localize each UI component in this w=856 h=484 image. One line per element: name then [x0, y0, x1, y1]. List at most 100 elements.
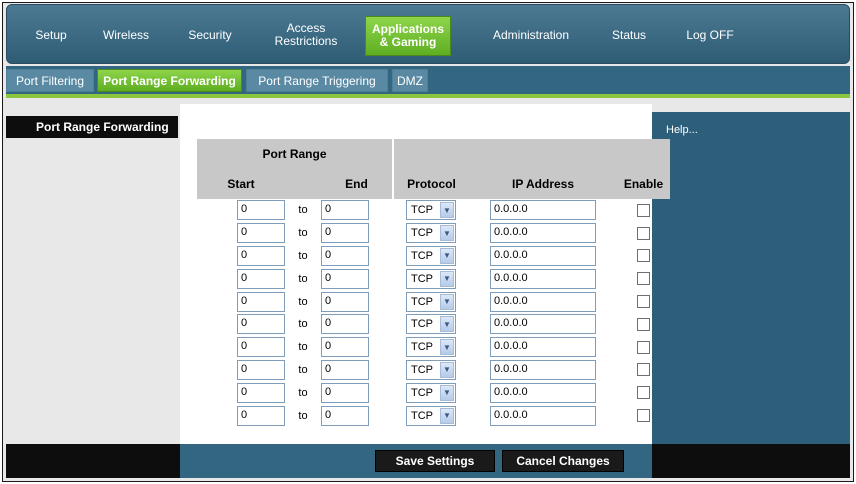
nav-security[interactable]: Security [179, 5, 241, 65]
nav-log-off[interactable]: Log OFF [677, 5, 743, 65]
port-range-forwarding-table: Port Range Start End Protocol IP Address… [197, 139, 670, 427]
port-range-header: Port Range [197, 139, 394, 169]
protocol-select[interactable]: TCP ▼ [406, 291, 456, 312]
protocol-select[interactable]: TCP ▼ [406, 200, 456, 221]
protocol-select[interactable]: TCP ▼ [406, 223, 456, 244]
ip-address-input[interactable]: 0.0.0.0 [490, 314, 596, 335]
chevron-down-icon[interactable]: ▼ [440, 339, 454, 356]
nav-access-restrictions[interactable]: Access Restrictions [261, 5, 351, 65]
ip-address-input[interactable]: 0.0.0.0 [490, 359, 596, 380]
nav-log-off-label: Log OFF [686, 27, 734, 42]
nav-status[interactable]: Status [601, 5, 657, 65]
enable-checkbox[interactable] [637, 203, 650, 217]
tab-port-range-triggering-label: Port Range Triggering [258, 73, 376, 88]
ip-address-header: IP Address [469, 169, 617, 199]
nav-wireless[interactable]: Wireless [93, 5, 159, 65]
nav-access-restrictions-line2: Restrictions [274, 34, 338, 48]
chevron-down-icon[interactable]: ▼ [440, 384, 454, 401]
enable-checkbox[interactable] [637, 409, 650, 423]
chevron-down-icon[interactable]: ▼ [440, 407, 454, 424]
chevron-down-icon[interactable]: ▼ [440, 225, 454, 242]
nav-applications-gaming[interactable]: Applications & Gaming [365, 16, 451, 56]
chevron-down-icon[interactable]: ▼ [440, 270, 454, 287]
range-separator: to [298, 341, 308, 354]
enable-checkbox[interactable] [637, 386, 650, 400]
nav-setup[interactable]: Setup [21, 5, 81, 65]
sidebar-panel [6, 138, 178, 444]
end-port-input[interactable]: 0 [321, 405, 369, 426]
protocol-value: TCP [411, 249, 433, 262]
tab-port-range-forwarding[interactable]: Port Range Forwarding [97, 69, 242, 92]
protocol-value: TCP [411, 409, 433, 422]
end-port-input[interactable]: 0 [321, 291, 369, 312]
help-panel: Help... [652, 112, 850, 444]
to-header-spacer [285, 169, 321, 199]
protocol-select[interactable]: TCP ▼ [406, 245, 456, 266]
chevron-down-icon[interactable]: ▼ [440, 361, 454, 378]
ip-address-input[interactable]: 0.0.0.0 [490, 268, 596, 289]
protocol-select[interactable]: TCP ▼ [406, 405, 456, 426]
ip-address-input[interactable]: 0.0.0.0 [490, 337, 596, 358]
start-header: Start [197, 169, 285, 199]
tab-port-range-triggering[interactable]: Port Range Triggering [246, 69, 388, 92]
protocol-select[interactable]: TCP ▼ [406, 268, 456, 289]
start-port-input[interactable]: 0 [237, 200, 285, 221]
protocol-select[interactable]: TCP ▼ [406, 359, 456, 380]
start-port-input[interactable]: 0 [237, 291, 285, 312]
enable-checkbox[interactable] [637, 317, 650, 331]
enable-checkbox[interactable] [637, 226, 650, 240]
table-row: 0 to 0 TCP ▼ 0.0.0.0 [197, 290, 670, 313]
start-port-input[interactable]: 0 [237, 223, 285, 244]
end-port-input[interactable]: 0 [321, 200, 369, 221]
help-link[interactable]: Help... [666, 124, 698, 136]
protocol-select[interactable]: TCP ▼ [406, 314, 456, 335]
ip-address-input[interactable]: 0.0.0.0 [490, 223, 596, 244]
tab-port-filtering-label: Port Filtering [15, 73, 85, 88]
end-port-input[interactable]: 0 [321, 337, 369, 358]
table-row: 0 to 0 TCP ▼ 0.0.0.0 [197, 245, 670, 268]
protocol-value: TCP [411, 227, 433, 240]
protocol-select[interactable]: TCP ▼ [406, 382, 456, 403]
end-port-input[interactable]: 0 [321, 359, 369, 380]
enable-checkbox[interactable] [637, 272, 650, 286]
protocol-value: TCP [411, 341, 433, 354]
start-port-input[interactable]: 0 [237, 337, 285, 358]
start-port-input[interactable]: 0 [237, 314, 285, 335]
end-port-input[interactable]: 0 [321, 223, 369, 244]
enable-checkbox[interactable] [637, 295, 650, 309]
table-row: 0 to 0 TCP ▼ 0.0.0.0 [197, 359, 670, 382]
ip-address-input[interactable]: 0.0.0.0 [490, 200, 596, 221]
ip-address-input[interactable]: 0.0.0.0 [490, 245, 596, 266]
cancel-changes-button[interactable]: Cancel Changes [502, 450, 624, 472]
protocol-value: TCP [411, 363, 433, 376]
ip-address-input[interactable]: 0.0.0.0 [490, 291, 596, 312]
chevron-down-icon[interactable]: ▼ [440, 247, 454, 264]
table-row: 0 to 0 TCP ▼ 0.0.0.0 [197, 381, 670, 404]
range-separator: to [298, 249, 308, 262]
start-port-input[interactable]: 0 [237, 268, 285, 289]
enable-checkbox[interactable] [637, 363, 650, 377]
enable-checkbox[interactable] [637, 249, 650, 263]
protocol-value: TCP [411, 318, 433, 331]
chevron-down-icon[interactable]: ▼ [440, 293, 454, 310]
nav-administration[interactable]: Administration [481, 5, 581, 65]
ip-address-input[interactable]: 0.0.0.0 [490, 405, 596, 426]
chevron-down-icon[interactable]: ▼ [440, 316, 454, 333]
tab-dmz[interactable]: DMZ [392, 69, 428, 92]
range-separator: to [298, 363, 308, 376]
end-port-input[interactable]: 0 [321, 268, 369, 289]
end-port-input[interactable]: 0 [321, 382, 369, 403]
start-port-input[interactable]: 0 [237, 405, 285, 426]
main-navigation: Setup Wireless Security Access Restricti… [6, 4, 850, 64]
protocol-select[interactable]: TCP ▼ [406, 337, 456, 358]
ip-address-input[interactable]: 0.0.0.0 [490, 382, 596, 403]
start-port-input[interactable]: 0 [237, 359, 285, 380]
end-port-input[interactable]: 0 [321, 245, 369, 266]
tab-port-filtering[interactable]: Port Filtering [6, 69, 94, 92]
chevron-down-icon[interactable]: ▼ [440, 202, 454, 219]
save-settings-button[interactable]: Save Settings [375, 450, 495, 472]
enable-checkbox[interactable] [637, 340, 650, 354]
start-port-input[interactable]: 0 [237, 245, 285, 266]
start-port-input[interactable]: 0 [237, 382, 285, 403]
end-port-input[interactable]: 0 [321, 314, 369, 335]
